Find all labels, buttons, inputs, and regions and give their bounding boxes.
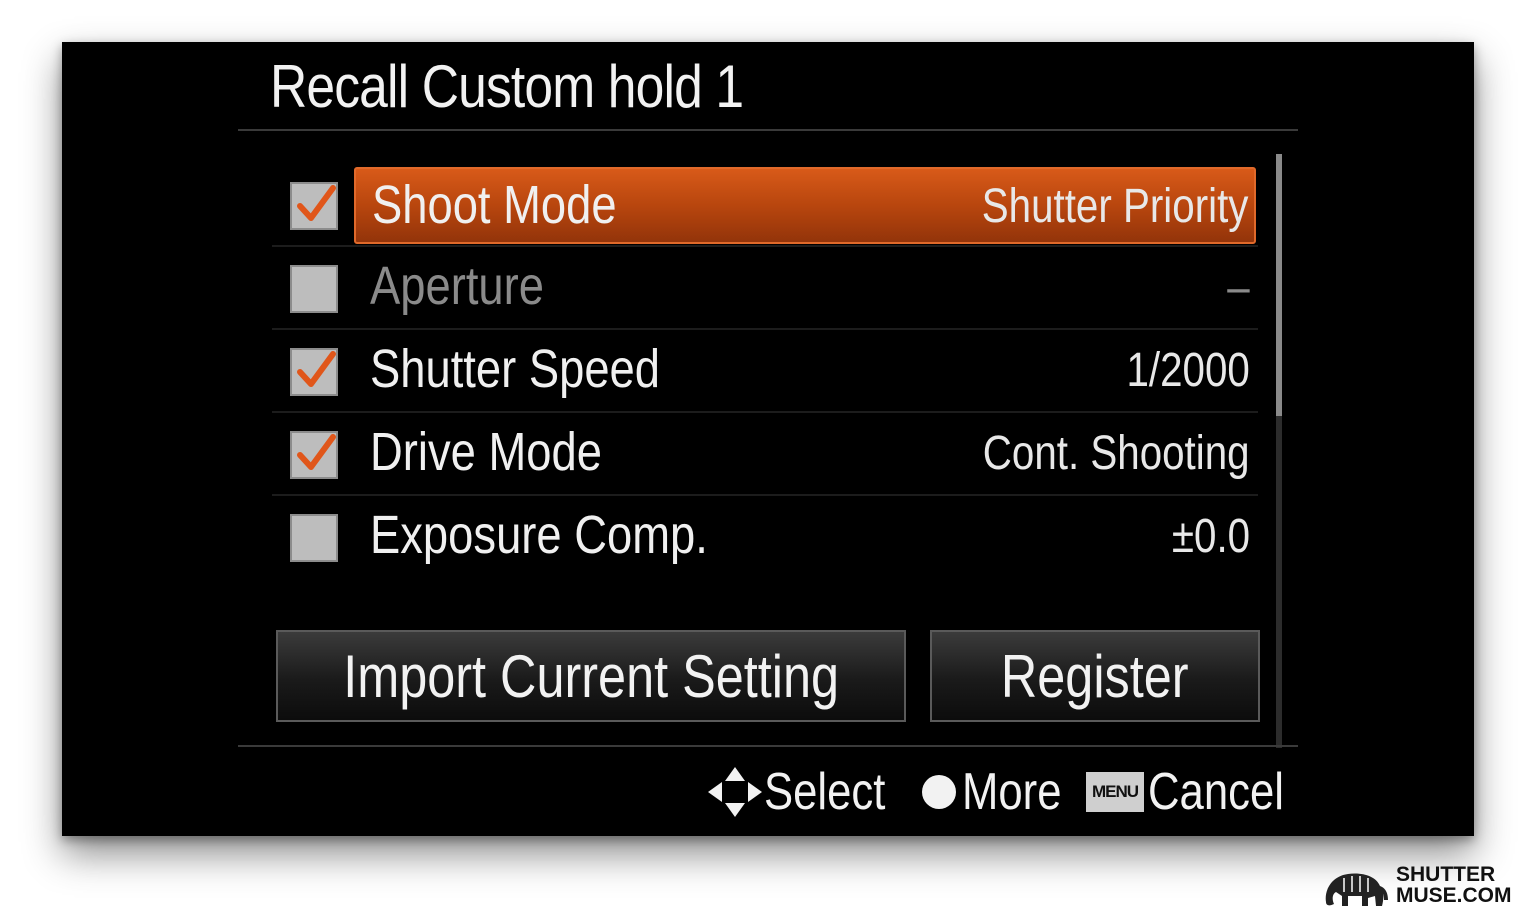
import-button-label: Import Current Setting [343,642,839,710]
import-current-setting-button[interactable]: Import Current Setting [276,630,906,722]
checkbox-shoot-mode[interactable] [290,182,338,230]
more-label: More [962,763,1062,821]
list-item-drive-mode[interactable]: Drive Mode Cont. Shooting [272,413,1258,496]
dpad-arrows-icon [708,767,762,817]
list-item-shoot-mode[interactable]: Shoot Mode Shutter Priority [272,164,1258,247]
checkbox-shutter-speed[interactable] [290,348,338,396]
item-value: – [1227,261,1250,314]
checkbox-drive-mode[interactable] [290,431,338,479]
watermark-text: SHUTTER MUSE.COM [1396,863,1512,907]
item-label: Shoot Mode [372,175,617,235]
title-divider [238,129,1298,131]
item-value: Cont. Shooting [983,427,1250,480]
register-button-label: Register [1001,642,1189,710]
checkmark-icon [297,185,336,221]
list-item-exposure-comp[interactable]: Exposure Comp. ±0.0 [272,496,1258,579]
button-hint-bar: Select More MENU Cancel [706,758,1286,824]
row-highlight: Shoot Mode Shutter Priority [354,167,1256,244]
elephant-logo-icon [1325,873,1388,906]
item-label: Drive Mode [370,422,602,482]
item-value: Shutter Priority [981,180,1248,233]
footer-divider [238,745,1298,747]
camera-menu-screen: Recall Custom hold 1 Shoot Mode Shutter … [62,42,1474,836]
checkmark-icon [297,434,336,470]
item-label: Shutter Speed [370,339,661,399]
settings-list: Shoot Mode Shutter Priority Aperture – S… [272,164,1258,579]
cancel-label: Cancel [1148,763,1284,821]
hint-cancel: MENU Cancel [1086,762,1310,822]
item-value: 1/2000 [1126,344,1250,397]
hint-more: More [922,762,1080,822]
item-label: Aperture [370,256,544,316]
checkbox-aperture[interactable] [290,265,338,313]
circle-button-icon [922,775,956,809]
register-button[interactable]: Register [930,630,1260,722]
checkmark-icon [297,351,336,387]
item-label: Exposure Comp. [370,505,708,565]
checkbox-exposure-comp[interactable] [290,514,338,562]
list-item-aperture[interactable]: Aperture – [272,247,1258,330]
scrollbar[interactable] [1276,154,1282,748]
item-value: ±0.0 [1171,510,1250,563]
list-item-shutter-speed[interactable]: Shutter Speed 1/2000 [272,330,1258,413]
hint-select: Select [706,762,909,822]
watermark-logo: SHUTTER MUSE.COM [1318,862,1530,912]
select-label: Select [764,763,886,821]
scrollbar-thumb[interactable] [1276,154,1282,416]
dialog-title: Recall Custom hold 1 [270,53,744,120]
menu-button-icon: MENU [1086,772,1144,812]
